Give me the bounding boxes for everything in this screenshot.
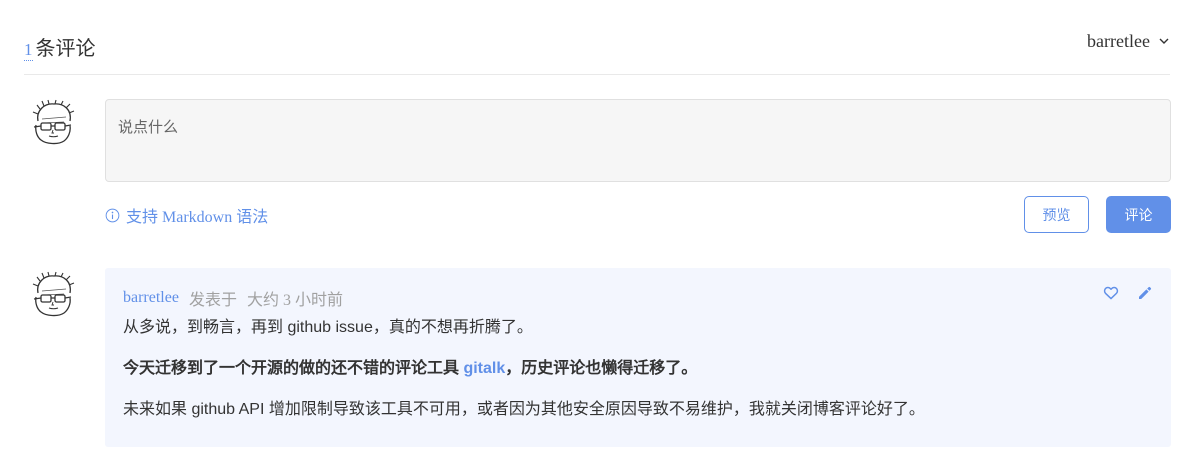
markdown-help-label: 支持 Markdown 语法 (126, 209, 269, 226)
comment-paragraph-3: 未来如果 github API 增加限制导致该工具不可用，或者因为其他安全原因导… (123, 401, 925, 418)
info-icon (105, 208, 120, 222)
comment-body: 从多说，到畅言，再到 github issue，真的不想再折腾了。 今天迁移到了… (123, 316, 1153, 422)
comment-paragraph-2: 今天迁移到了一个开源的做的还不错的评论工具 gitalk，历史评论也懒得迁移了。 (123, 357, 1153, 381)
gitalk-link[interactable]: gitalk (463, 360, 505, 377)
comment-author-link[interactable]: barretlee (123, 289, 179, 307)
comment-header: barretlee 发表于 大约 3 小时前 (123, 286, 343, 310)
comment-card: barretlee 发表于 大约 3 小时前 从多说，到畅言，再到 github… (105, 268, 1171, 447)
comment-posted-label: 发表于 (188, 292, 237, 309)
comment-count-label: 条评论 (35, 38, 96, 60)
chevron-down-icon (1158, 31, 1170, 52)
comment-time: 大约 3 小时前 (246, 292, 343, 309)
comment-paragraph-2-end: ，历史评论也懒得迁移了。 (505, 360, 698, 377)
comment-actions (1103, 285, 1153, 301)
current-user-avatar[interactable] (28, 99, 78, 149)
markdown-help-link[interactable]: 支持 Markdown 语法 (105, 203, 268, 227)
comment-paragraph-2-start: 今天迁移到了一个开源的做的还不错的评论工具 (123, 360, 464, 377)
heart-icon[interactable] (1103, 285, 1119, 301)
avatar-sketch-icon (32, 99, 75, 145)
user-menu-name: barretlee (1087, 31, 1150, 51)
comment-count-number: 1 (24, 40, 33, 61)
avatar-sketch-icon (32, 271, 75, 317)
comment-input[interactable] (106, 100, 1170, 181)
comment-paragraph-1: 从多说，到畅言，再到 github issue，真的不想再折腾了。 (123, 319, 533, 336)
comments-header: 1 条评论 barretlee (24, 24, 1170, 75)
comment-editor[interactable] (105, 99, 1171, 182)
comment-author-avatar[interactable] (28, 271, 78, 321)
user-menu[interactable]: barretlee (1087, 31, 1170, 52)
preview-button[interactable]: 预览 (1024, 196, 1089, 233)
submit-comment-button[interactable]: 评论 (1106, 196, 1171, 233)
comment-count: 1 条评论 (24, 32, 96, 61)
pencil-icon[interactable] (1137, 285, 1153, 301)
